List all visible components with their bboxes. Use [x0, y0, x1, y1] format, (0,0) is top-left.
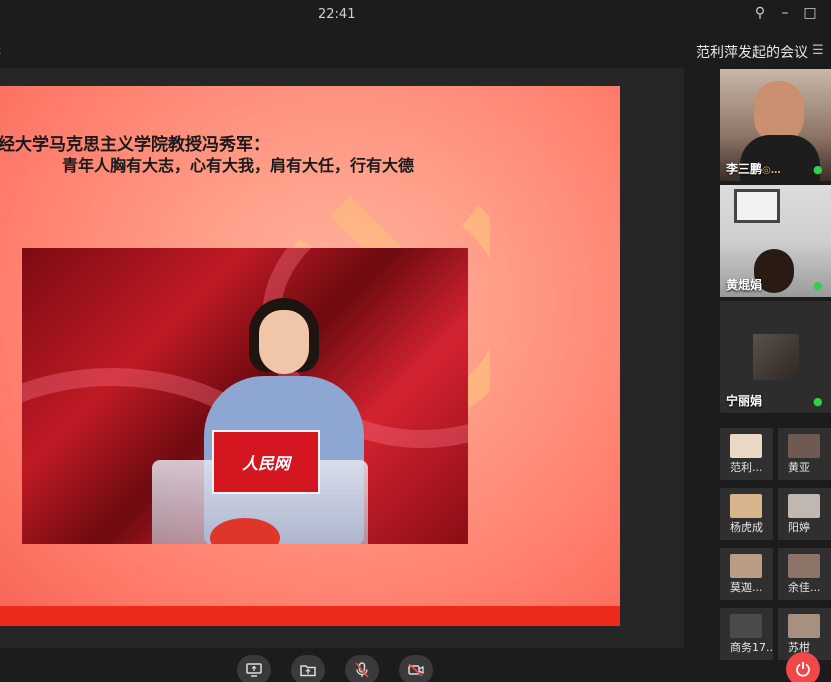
screen-share-button[interactable] [237, 655, 271, 682]
participant-name: 商务17... [730, 641, 773, 654]
participant-name: 莫迦... [730, 581, 763, 594]
speaker-photo: 人民网 [22, 248, 468, 544]
participant-avatar [788, 494, 820, 518]
title-bar: 22:41 ⚲ – □ [0, 0, 831, 32]
participant-avatar [788, 614, 820, 638]
participant-tile-small[interactable]: 余佳... [778, 548, 831, 600]
participant-tile-small[interactable]: 杨虎成 [720, 488, 773, 540]
slide-footer-bar [0, 606, 620, 626]
participant-name: 黄焜娟 [726, 278, 763, 292]
screen-share-icon [246, 663, 262, 677]
window-background [734, 189, 780, 223]
microphone-icon [355, 662, 369, 678]
file-share-button[interactable] [291, 655, 325, 682]
shared-screen: 经大学马克思主义学院教授冯秀军： 青年人胸有大志，心有大我，肩有大任，行有大德 … [0, 68, 684, 648]
participant-avatar [788, 554, 820, 578]
member-list-icon[interactable]: ☰ [812, 43, 824, 58]
lectern-sign: 人民网 [212, 430, 320, 494]
lectern-logo-text: 人民网 [241, 454, 290, 473]
pin-icon[interactable]: ⚲ [749, 2, 771, 24]
meeting-window: 22:41 ⚲ – □ ‹ 范利萍发起的会议 ☰ 经大学马克思主义学院教授冯秀军… [0, 0, 831, 682]
clock: 22:41 [318, 7, 356, 22]
participant-avatar [730, 434, 762, 458]
participant-name: 黄亚 [788, 461, 810, 474]
participant-tile-small[interactable]: 范利... [720, 428, 773, 480]
slide-quote: 青年人胸有大志，心有大我，肩有大任，行有大德 [62, 156, 415, 175]
participant-tile-large[interactable]: 黄焜娟 ● [720, 185, 831, 297]
participant-name: 范利... [730, 461, 763, 474]
participant-video [754, 81, 804, 143]
participant-name: 宁丽娟 [726, 394, 763, 408]
presentation-slide: 经大学马克思主义学院教授冯秀军： 青年人胸有大志，心有大我，肩有大任，行有大德 … [0, 86, 620, 626]
participant-avatar [730, 554, 762, 578]
power-icon [796, 662, 810, 677]
folder-share-icon [300, 665, 316, 677]
maximize-icon[interactable]: □ [799, 2, 821, 24]
participant-tile-large[interactable]: 宁丽娟 ● [720, 301, 831, 413]
participant-tile-large[interactable]: 李三鹏◎… ● [720, 69, 831, 181]
mic-active-icon: ● [813, 279, 823, 292]
participant-tile-small[interactable]: 黄亚 [778, 428, 831, 480]
participant-tile-small[interactable]: 莫迦... [720, 548, 773, 600]
minimize-icon[interactable]: – [774, 2, 796, 24]
participant-avatar [788, 434, 820, 458]
camera-off-icon [408, 663, 424, 677]
participant-name: 李三鹏◎… [726, 162, 781, 176]
chevron-left-icon[interactable]: ‹ [0, 43, 2, 59]
camera-button[interactable] [399, 655, 433, 682]
mic-active-icon: ● [813, 163, 823, 176]
participant-tile-small[interactable]: 阳婷 [778, 488, 831, 540]
participant-avatar [730, 614, 762, 638]
participant-name: 余佳... [788, 581, 821, 594]
participant-avatar [753, 334, 799, 380]
participant-name: 阳婷 [788, 521, 810, 534]
participant-name: 杨虎成 [730, 521, 763, 534]
leave-meeting-button[interactable] [786, 652, 820, 682]
participant-avatar [730, 494, 762, 518]
microphone-button[interactable] [345, 655, 379, 682]
mic-active-icon: ● [813, 395, 823, 408]
participant-tile-small[interactable]: 商务17... [720, 608, 773, 660]
meeting-title: 范利萍发起的会议 [696, 45, 808, 61]
